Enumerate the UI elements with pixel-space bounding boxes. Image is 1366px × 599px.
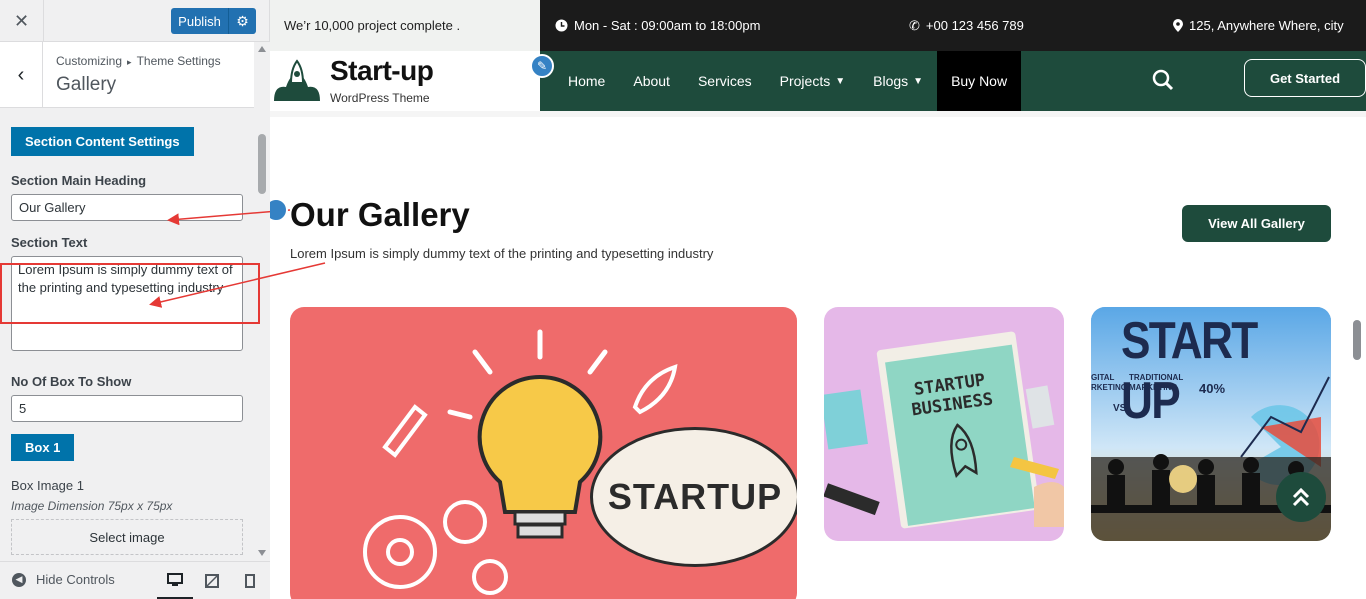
customizer-footer: ◀ Hide Controls [0, 561, 270, 599]
box-image-label: Box Image 1 [11, 478, 84, 493]
nav-item-projects[interactable]: Projects ▼ [766, 51, 859, 111]
gallery-image-startup-business[interactable]: STARTUP BUSINESS [824, 307, 1064, 541]
highlight-box [0, 263, 260, 324]
chart-label: RKETING [1091, 383, 1127, 392]
gallery-text: Lorem Ipsum is simply dummy text of the … [290, 246, 714, 261]
view-all-gallery-button[interactable]: View All Gallery [1182, 205, 1331, 242]
site-topbar: We’r 10,000 project complete . Mon - Sat… [270, 0, 1366, 51]
scroll-to-top-button[interactable] [1276, 472, 1326, 522]
box-1-button[interactable]: Box 1 [11, 434, 75, 461]
rocket-logo-icon [274, 59, 320, 101]
hours-text: Mon - Sat : 09:00am to 18:00pm [574, 18, 761, 33]
hours-item: Mon - Sat : 09:00am to 18:00pm [555, 18, 760, 33]
chevron-down-icon: ▼ [835, 75, 846, 87]
mobile-preview-icon[interactable] [232, 562, 268, 599]
panel-header: ‹ Customizing ▸ Theme Settings Gallery [0, 42, 254, 108]
customizer-sidebar: ✕ Publish ⚙ ‹ Customizing ▸ Theme Settings… [0, 0, 270, 599]
customizer-topbar: ✕ Publish ⚙ [0, 0, 269, 42]
heading-input[interactable] [11, 194, 243, 221]
logo-title: Start-up [330, 55, 434, 86]
scroll-up-icon[interactable] [258, 46, 266, 52]
site-preview: We’r 10,000 project complete . Mon - Sat… [270, 0, 1366, 599]
double-chevron-up-icon [1292, 487, 1310, 507]
nav-item-services[interactable]: Services [684, 51, 766, 111]
phone-item[interactable]: ✆ +00 123 456 789 [909, 18, 1024, 34]
publish-button[interactable]: Publish [171, 8, 228, 34]
nav-item-label: Projects [779, 73, 831, 89]
phone-icon: ✆ [909, 17, 920, 33]
hide-controls-button[interactable]: ◀ Hide Controls [12, 572, 115, 587]
clock-icon [555, 19, 568, 32]
panel-title: Gallery [56, 74, 117, 95]
chart-label: TRADITIONAL [1129, 373, 1184, 382]
nav-item-home[interactable]: Home [554, 51, 619, 111]
breadcrumb: Customizing ▸ Theme Settings [56, 54, 221, 68]
customizer-screen: ✕ Publish ⚙ ‹ Customizing ▸ Theme Settings… [0, 0, 1366, 599]
nav-item-label: Blogs [873, 73, 909, 89]
scroll-thumb[interactable] [258, 134, 266, 194]
address-item: 125, Anywhere Where, city [1173, 18, 1344, 33]
search-icon[interactable] [1152, 69, 1174, 91]
site-header: Start-up WordPress Theme ✎ Home About Se… [270, 51, 1366, 111]
chevron-down-icon: ▼ [913, 75, 924, 87]
get-started-button[interactable]: Get Started [1244, 59, 1366, 97]
breadcrumb-item: Customizing [56, 54, 123, 68]
chart-label: GITAL [1091, 373, 1115, 382]
edit-pencil-icon[interactable]: ✎ [530, 54, 554, 78]
startup-word: STARTUP [590, 427, 797, 567]
gallery-image-startup-bulb[interactable]: STARTUP [290, 307, 797, 599]
section-content-settings-button[interactable]: Section Content Settings [11, 127, 194, 156]
scroll-down-icon[interactable] [258, 550, 266, 556]
chart-label: MARKETING [1129, 383, 1178, 392]
hide-controls-label: Hide Controls [36, 572, 115, 587]
breadcrumb-item: Theme Settings [136, 54, 221, 68]
collapse-icon: ◀ [12, 572, 26, 587]
topbar-tagline: We’r 10,000 project complete . [270, 0, 540, 51]
logo-subtitle: WordPress Theme [330, 91, 430, 105]
meeting-title: START UP [1121, 312, 1258, 430]
chart-label: 40% [1199, 381, 1226, 396]
preview-scrollbar-thumb[interactable] [1353, 320, 1361, 360]
back-icon[interactable]: ‹ [0, 42, 43, 108]
section-text-label: Section Text [11, 235, 88, 250]
location-pin-icon [1173, 19, 1183, 32]
image-hint: Image Dimension 75px x 75px [11, 499, 173, 513]
chart-label: VS [1113, 403, 1127, 414]
phone-text: +00 123 456 789 [925, 18, 1024, 33]
edit-pencil-icon[interactable] [270, 198, 288, 222]
select-image-button[interactable]: Select image [11, 519, 243, 555]
heading-label: Section Main Heading [11, 173, 147, 188]
nav-item-buy-now[interactable]: Buy Now [937, 51, 1022, 111]
close-icon[interactable]: ✕ [0, 0, 44, 42]
topbar-contact: Mon - Sat : 09:00am to 18:00pm ✆ +00 123… [540, 0, 1366, 51]
nav-item-blogs[interactable]: Blogs ▼ [859, 51, 937, 111]
gear-icon[interactable]: ⚙ [228, 8, 256, 34]
breadcrumb-separator: ▸ [127, 57, 132, 67]
site-logo[interactable]: Start-up WordPress Theme ✎ [270, 51, 554, 111]
tablet-preview-icon[interactable] [194, 562, 230, 599]
boxes-label: No Of Box To Show [11, 374, 132, 389]
notepad-illustration [824, 331, 1064, 529]
address-text: 125, Anywhere Where, city [1189, 18, 1344, 33]
desktop-preview-icon[interactable] [157, 562, 193, 599]
gallery-heading: Our Gallery [290, 196, 470, 233]
panel-body: Section Content Settings Section Main He… [0, 108, 254, 562]
header-divider [270, 111, 1366, 117]
nav-item-about[interactable]: About [619, 51, 684, 111]
boxes-input[interactable] [11, 395, 243, 422]
main-nav: Home About Services Projects ▼ Blogs ▼ B… [540, 51, 1366, 111]
